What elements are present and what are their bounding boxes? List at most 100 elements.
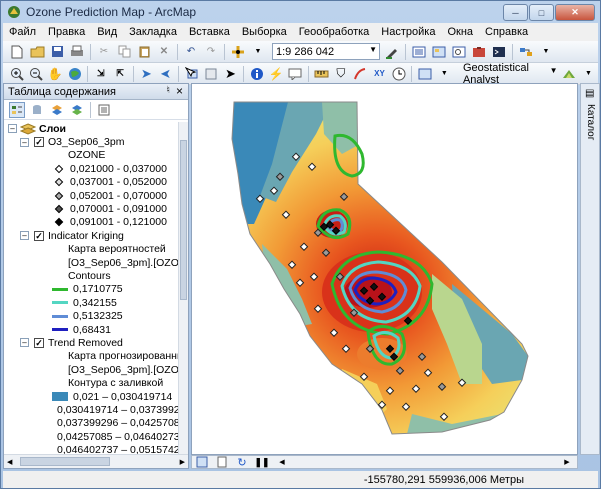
collapse-icon[interactable]: – [20,137,29,147]
undo-icon[interactable]: ↶ [183,44,199,60]
toolbar-separator [90,43,91,60]
save-icon[interactable] [49,44,65,60]
map-scale-combo[interactable]: 1:9 286 042 ▼ [272,43,380,60]
cut-icon[interactable]: ✂ [96,44,112,60]
fixed-zoom-out-icon[interactable]: ⇱ [112,66,127,82]
minimize-button[interactable]: ─ [503,4,528,21]
menu-edit[interactable]: Правка [42,26,91,38]
table-of-contents-icon[interactable] [411,44,427,60]
layers-root-row[interactable]: – Слои [4,122,180,135]
identify-icon[interactable] [249,66,264,82]
scroll-left-icon[interactable]: ◀ [7,458,12,466]
pan-hand-icon[interactable]: ✋ [48,66,63,82]
select-features-icon[interactable] [184,66,199,82]
toc-vertical-scrollbar[interactable] [178,122,188,454]
time-slider-icon[interactable] [391,66,406,82]
new-document-icon[interactable] [9,44,25,60]
geostatistical-analyst-menu[interactable]: Geostatistical Analyst ▼ [460,62,560,86]
toolbar-separator [224,43,225,60]
menu-bookmarks[interactable]: Закладка [123,26,183,38]
back-extent-icon[interactable]: ➤ [139,66,154,82]
arcmap-window: Ozone Prediction Map - ArcMap ─ □ ✕ Файл… [0,0,601,489]
add-data-icon[interactable] [230,44,246,60]
map-scroll-right-icon[interactable]: ▶ [559,454,575,470]
find-binoculars-icon[interactable]: ⛉ [333,66,348,82]
editor-toolbar-icon[interactable] [384,44,400,60]
menu-view[interactable]: Вид [91,26,123,38]
zoom-out-icon[interactable] [28,66,43,82]
ozone-prediction-map[interactable] [192,84,577,454]
zoom-in-icon[interactable] [9,66,24,82]
close-icon[interactable]: × [176,84,183,98]
legend-class-row: 0,091001 - 0,121000 [4,216,180,229]
pin-icon[interactable]: ♮ [166,85,170,96]
layer-row[interactable]: – ✓ O3_Sep06_3pm [4,135,180,148]
menu-selection[interactable]: Выборка [236,26,293,38]
list-by-drawing-order-icon[interactable] [9,101,25,118]
layer-row[interactable]: – ✓ Trend Removed [4,336,180,349]
forward-extent-icon[interactable]: ➤ [158,66,173,82]
close-button[interactable]: ✕ [555,4,595,21]
data-view-icon[interactable] [194,454,210,470]
title-bar[interactable]: Ozone Prediction Map - ArcMap ─ □ ✕ [1,1,600,23]
full-extent-globe-icon[interactable] [67,66,82,82]
layer-row[interactable]: – ✓ Indicator Kriging [4,229,180,242]
maximize-button[interactable]: □ [529,4,554,21]
tools-options-icon[interactable]: ▼ [437,66,452,82]
menu-windows[interactable]: Окна [441,26,479,38]
toolbar-options-icon[interactable]: ▼ [538,44,554,60]
go-to-xy-icon[interactable]: XY [372,66,387,82]
fixed-zoom-in-icon[interactable]: ⇲ [93,66,108,82]
find-route-icon[interactable] [353,66,368,82]
create-viewer-window-icon[interactable] [417,66,432,82]
menu-help[interactable]: Справка [479,26,534,38]
menu-file[interactable]: Файл [3,26,42,38]
collapse-icon[interactable]: – [8,124,17,134]
collapse-icon[interactable]: – [20,231,29,241]
copy-icon[interactable] [116,44,132,60]
python-window-icon[interactable] [491,44,507,60]
legend-fill-label: 0,04257085 – 0,046402737 [57,430,180,443]
select-elements-arrow-icon[interactable]: ➤ [223,66,238,82]
map-view[interactable] [191,83,578,455]
model-builder-icon[interactable] [518,44,534,60]
catalog-side-tab[interactable]: ▤ Каталог [580,83,600,455]
geostatistical-wizard-icon[interactable] [561,66,576,82]
paste-icon[interactable] [136,44,152,60]
redo-icon[interactable]: ↷ [203,44,219,60]
layer-visibility-checkbox[interactable]: ✓ [34,137,44,148]
measure-icon[interactable] [314,66,329,82]
html-popup-icon[interactable] [288,66,303,82]
layout-view-icon[interactable] [214,454,230,470]
delete-icon[interactable]: ✕ [156,44,172,60]
scroll-right-icon[interactable]: ▶ [180,458,185,466]
collapse-icon[interactable]: – [20,338,29,348]
print-icon[interactable] [69,44,85,60]
pause-drawing-icon[interactable]: ❚❚ [254,454,270,470]
layer-visibility-checkbox[interactable]: ✓ [34,337,44,348]
menu-insert[interactable]: Вставка [183,26,236,38]
search-window-icon[interactable] [451,44,467,60]
toc-options-icon[interactable] [96,102,112,118]
menu-customize[interactable]: Настройка [375,26,441,38]
arctoolbox-icon[interactable] [471,44,487,60]
map-scroll-left-icon[interactable]: ◀ [274,454,290,470]
scrollbar-thumb[interactable] [180,140,187,300]
arcmap-app-icon [8,6,20,18]
list-by-selection-icon[interactable] [69,102,85,118]
list-by-visibility-icon[interactable] [49,102,65,118]
point-symbol [54,218,64,227]
catalog-window-icon[interactable] [431,44,447,60]
refresh-icon[interactable]: ↻ [234,454,250,470]
scrollbar-thumb[interactable] [20,457,110,466]
layer-visibility-checkbox[interactable]: ✓ [34,230,44,241]
tools-toolbar: ✋ ⇲ ⇱ ➤ ➤ ➤ ⚡ ⛉ XY ▼ Geostatistical Anal… [3,62,598,86]
clear-selection-icon[interactable] [204,66,219,82]
menu-geoprocessing[interactable]: Геообработка [293,26,376,38]
toc-horizontal-scrollbar[interactable]: ◀ ▶ [4,454,188,468]
hyperlink-icon[interactable]: ⚡ [268,66,284,82]
add-data-dropdown-icon[interactable]: ▼ [250,44,266,60]
geostat-toolbar-options-icon[interactable]: ▼ [581,66,596,82]
open-folder-icon[interactable] [29,44,45,60]
list-by-source-icon[interactable] [29,102,45,118]
